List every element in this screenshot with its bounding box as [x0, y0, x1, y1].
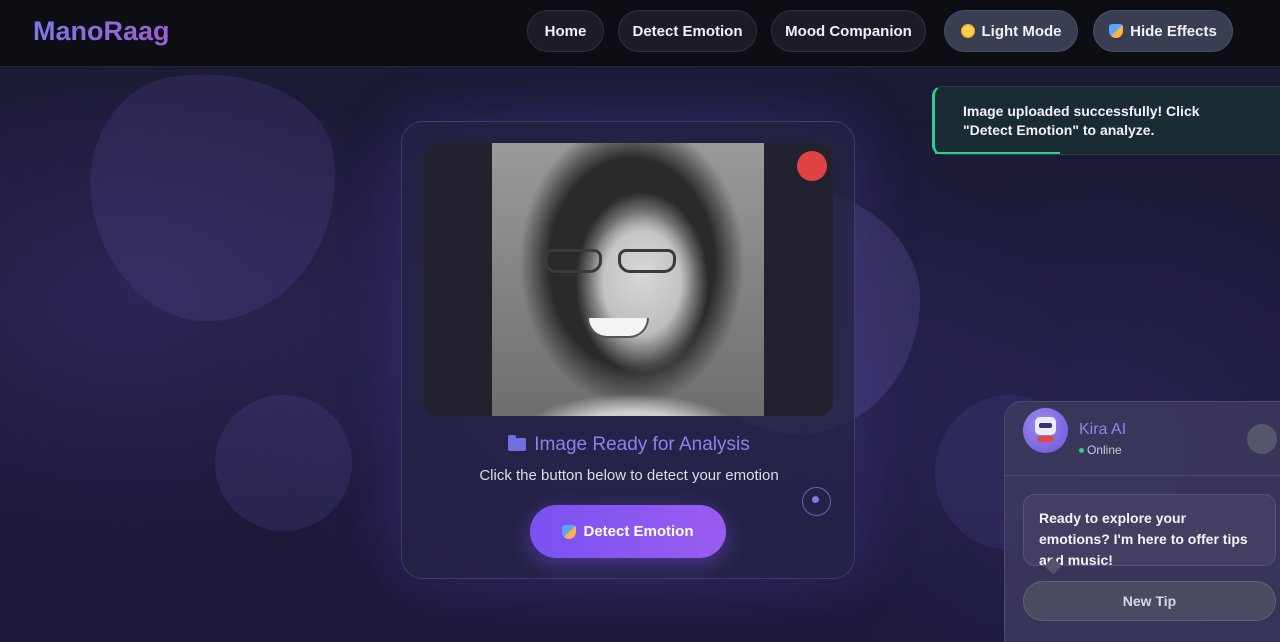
robot-icon	[1035, 417, 1056, 442]
image-preview	[424, 143, 833, 416]
online-dot-icon	[1079, 448, 1084, 453]
chat-status-label: Online	[1087, 443, 1122, 457]
chat-status: Online	[1079, 443, 1122, 457]
sun-icon	[960, 24, 975, 38]
chat-bot-name: Kira AI	[1079, 421, 1127, 438]
chat-widget: Kira AI Online Ready to explore your emo…	[1004, 401, 1280, 642]
nav-mood-companion-button[interactable]: Mood Companion	[771, 10, 926, 52]
uploaded-photo	[492, 143, 764, 416]
detect-emotion-label: Detect Emotion	[583, 523, 694, 540]
mask-icon	[1109, 24, 1124, 38]
mask-icon	[562, 524, 577, 539]
chat-minimize-button[interactable]	[1247, 424, 1277, 454]
nav-home-button[interactable]: Home	[527, 10, 604, 52]
analysis-card: Image Ready for Analysis Click the butto…	[401, 121, 855, 579]
new-tip-button[interactable]: New Tip	[1023, 581, 1276, 621]
card-title-label: Image Ready for Analysis	[534, 434, 750, 455]
shoulder-shape	[492, 376, 764, 416]
avatar	[1023, 408, 1068, 453]
detect-emotion-button[interactable]: Detect Emotion	[530, 505, 726, 558]
card-title: Image Ready for Analysis	[402, 434, 856, 456]
chat-header: Kira AI Online	[1005, 402, 1280, 476]
brand-logo[interactable]: ManoRaag	[33, 16, 170, 47]
light-mode-label: Light Mode	[981, 22, 1062, 40]
nav-detect-emotion-button[interactable]: Detect Emotion	[618, 10, 757, 52]
toast-progress-bar	[935, 152, 1060, 154]
smile-shape	[587, 318, 649, 338]
toast-message: Image uploaded successfully! Click "Dete…	[963, 103, 1200, 138]
glasses-shape	[544, 249, 684, 275]
hide-effects-label: Hide Effects	[1130, 22, 1217, 40]
light-mode-toggle[interactable]: Light Mode	[944, 10, 1078, 52]
decorative-ring	[802, 487, 831, 516]
remove-image-button[interactable]	[797, 151, 827, 181]
chat-message-bubble: Ready to explore your emotions? I'm here…	[1023, 494, 1276, 568]
folder-icon	[508, 435, 527, 451]
success-toast: Image uploaded successfully! Click "Dete…	[932, 86, 1280, 155]
card-subtitle: Click the button below to detect your em…	[479, 467, 779, 484]
hide-effects-toggle[interactable]: Hide Effects	[1093, 10, 1233, 52]
top-navbar: ManoRaag Home Detect Emotion Mood Compan…	[0, 0, 1280, 67]
decorative-blob	[215, 395, 352, 531]
